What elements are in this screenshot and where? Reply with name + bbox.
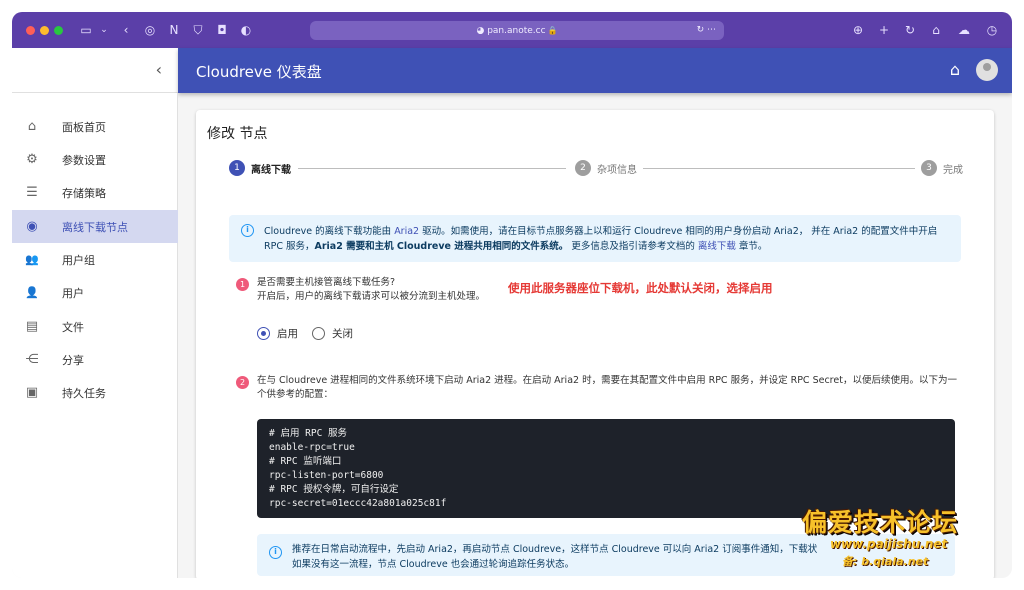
step-1: 1 离线下载: [229, 160, 291, 176]
back-arrow-icon[interactable]: ‹: [118, 22, 134, 38]
chevron-down-icon[interactable]: ⌄: [96, 22, 112, 38]
question-number: 1: [236, 278, 249, 291]
address-bar[interactable]: ◕ pan.anote.cc 🔒 ↻ ⋯: [310, 21, 724, 40]
url-text: pan.anote.cc: [487, 26, 546, 36]
red-annotation: 使用此服务器座位下载机，此处默认关闭，选择启用: [508, 281, 773, 295]
radio-label: 关闭: [332, 328, 353, 340]
step-label: 离线下载: [251, 164, 291, 176]
maximize-window-button[interactable]: [54, 26, 63, 35]
sidebar-item-label: 用户组: [62, 253, 95, 267]
sidebar-item-label: 离线下载节点: [62, 220, 128, 234]
step-number: 3: [921, 160, 937, 176]
radio-button[interactable]: [312, 327, 325, 340]
group-icon: 👥: [25, 252, 39, 266]
extension-1-icon[interactable]: ◎: [142, 22, 158, 38]
sidebar-item-download-nodes[interactable]: ◉ 离线下载节点: [12, 210, 178, 243]
info-icon: i: [241, 224, 254, 237]
browser-toolbar: ▭ ⌄ ‹ ◎ N ⛉ ◘ ◐ ◕ pan.anote.cc 🔒 ↻ ⋯ ⊕ + …: [12, 12, 1012, 48]
info-text-part: Cloudreve 的离线下载功能由: [264, 226, 395, 237]
watermark-url: www.paijishu.net: [830, 537, 948, 551]
watermark-title: 偏爱技术论坛: [802, 508, 959, 537]
info-text-part: 更多信息及指引请参考文档的: [568, 241, 698, 252]
lock-icon: 🔒: [547, 26, 558, 35]
question-1-text: 是否需要主机接管离线下载任务? 开启后，用户的离线下载请求可以被分流到主机处理。: [257, 276, 517, 304]
extension-shield-icon[interactable]: ⛉: [190, 22, 206, 38]
storage-icon: ☰: [26, 184, 38, 200]
radio-button-checked[interactable]: [257, 327, 270, 340]
sidebar-item-label: 分享: [62, 353, 84, 367]
downloads-icon[interactable]: ⊕: [850, 22, 866, 38]
extension-notion-icon[interactable]: N: [166, 22, 182, 38]
home-icon[interactable]: ⌂: [950, 60, 960, 79]
task-icon: ▣: [25, 384, 39, 400]
minimize-window-button[interactable]: [40, 26, 49, 35]
sidebar-item-tasks[interactable]: ▣ 持久任务: [12, 376, 178, 409]
radio-label: 启用: [277, 328, 298, 340]
aria2-link[interactable]: Aria2: [394, 226, 419, 237]
share-icon: ⋲: [25, 351, 39, 367]
user-icon: 👤: [25, 285, 39, 299]
collapse-sidebar-icon[interactable]: ‹: [156, 60, 162, 79]
sidebar-header: ‹: [12, 48, 178, 93]
info-icon: i: [269, 546, 282, 559]
offline-download-doc-link[interactable]: 离线下载: [698, 241, 736, 252]
step-connector: [298, 168, 566, 169]
extension-bitwarden-icon[interactable]: ◘: [214, 22, 230, 38]
close-window-button[interactable]: [26, 26, 35, 35]
browser-window: ▭ ⌄ ‹ ◎ N ⛉ ◘ ◐ ◕ pan.anote.cc 🔒 ↻ ⋯ ⊕ + …: [12, 12, 1012, 578]
sidebar-item-label: 存储策略: [62, 186, 106, 200]
sidebar-item-settings[interactable]: ⚙ 参数设置: [12, 143, 178, 176]
step-3: 3 完成: [921, 160, 963, 176]
sidebar-item-label: 参数设置: [62, 153, 106, 167]
step-label: 杂项信息: [597, 164, 637, 176]
gear-icon: ⚙: [26, 151, 38, 167]
step-number: 1: [229, 160, 245, 176]
sidebar-toggle-icon[interactable]: ▭: [78, 22, 94, 38]
sidebar-item-label: 文件: [62, 320, 84, 334]
refresh-icon[interactable]: ↻: [902, 22, 918, 38]
step-2: 2 杂项信息: [575, 160, 637, 176]
sidebar-item-groups[interactable]: 👥 用户组: [12, 243, 178, 276]
info-text-bold: Aria2 需要和主机 Cloudreve 进程共用相同的文件系统。: [314, 241, 569, 252]
sidebar-item-dashboard[interactable]: ⌂ 面板首页: [12, 110, 178, 143]
app-title: Cloudreve 仪表盘: [196, 63, 322, 81]
cloud-icon[interactable]: ☁: [956, 22, 972, 38]
question-1-title: 是否需要主机接管离线下载任务?: [257, 277, 396, 288]
extension-privacy-icon[interactable]: ◐: [238, 22, 254, 38]
sidebar-item-label: 持久任务: [62, 386, 106, 400]
home-icon: ⌂: [27, 118, 37, 134]
sidebar-item-files[interactable]: ▤ 文件: [12, 310, 178, 343]
app-bar: Cloudreve 仪表盘 ⌂: [178, 48, 1012, 93]
home-browser-icon[interactable]: ⌂: [928, 22, 944, 38]
info-text-part: 章节。: [735, 241, 768, 252]
question-1-desc: 开启后，用户的离线下载请求可以被分流到主机处理。: [257, 291, 486, 302]
watermark-logo: 偏爱技术论坛 www.paijishu.net 备: b.qiala.net: [802, 503, 1002, 573]
site-favicon-icon: ◕: [476, 26, 488, 36]
radio-enable[interactable]: 启用: [257, 326, 298, 341]
sidebar-item-storage[interactable]: ☰ 存储策略: [12, 176, 178, 209]
history-icon[interactable]: ◷: [984, 22, 1000, 38]
question-number: 2: [236, 376, 249, 389]
sidebar-nav: ⌂ 面板首页 ⚙ 参数设置 ☰ 存储策略 ◉ 离线下载节点 👥 用户组 👤 用户…: [12, 93, 178, 578]
step-number: 2: [575, 160, 591, 176]
reload-icon[interactable]: ↻ ⋯: [697, 21, 716, 40]
sidebar-item-users[interactable]: 👤 用户: [12, 276, 178, 309]
file-icon: ▤: [25, 318, 39, 334]
avatar[interactable]: [976, 59, 998, 81]
sidebar-item-share[interactable]: ⋲ 分享: [12, 343, 178, 376]
info-text: Cloudreve 的离线下载功能由 Aria2 驱动。如需使用，请在目标节点服…: [264, 224, 954, 254]
step-label: 完成: [943, 164, 963, 176]
sidebar-item-label: 面板首页: [62, 120, 106, 134]
radio-disable[interactable]: 关闭: [312, 326, 353, 341]
new-tab-icon[interactable]: +: [876, 22, 892, 38]
download-node-icon: ◉: [26, 218, 38, 234]
sidebar-item-label: 用户: [62, 286, 84, 300]
page-title: 修改 节点: [207, 126, 268, 142]
step-connector: [643, 168, 915, 169]
question-2-text: 在与 Cloudreve 进程相同的文件系统环境下启动 Aria2 进程。在启动…: [257, 375, 957, 400]
watermark-sub: 备: b.qiala.net: [842, 555, 929, 568]
info-alert: i Cloudreve 的离线下载功能由 Aria2 驱动。如需使用，请在目标节…: [229, 215, 961, 262]
